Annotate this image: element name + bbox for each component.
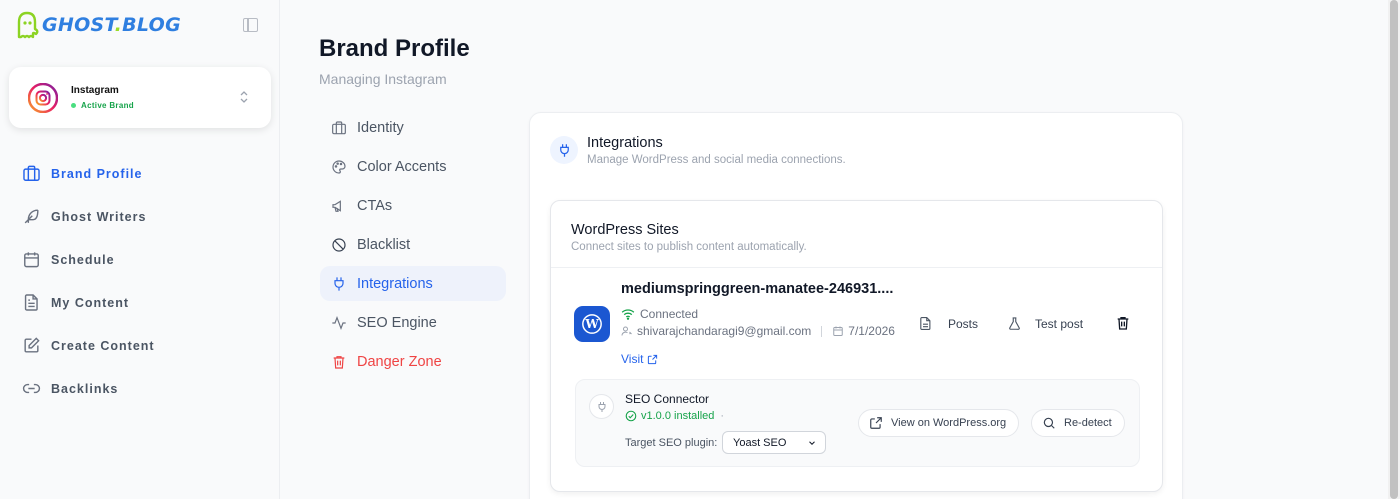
link-icon <box>22 383 41 394</box>
sidebar-item-backlinks[interactable]: Backlinks <box>22 367 155 410</box>
sidebar-collapse-icon[interactable] <box>243 18 258 32</box>
feather-icon <box>24 209 39 224</box>
chevron-updown-icon <box>239 90 249 105</box>
posts-button[interactable]: Posts <box>918 316 978 331</box>
connection-status: Connected <box>621 307 698 321</box>
visit-link[interactable]: Visit <box>621 352 658 366</box>
re-detect-button[interactable]: Re-detect <box>1031 409 1125 437</box>
seo-connector-version: v1.0.0 installed · <box>625 410 724 422</box>
external-link-icon <box>870 417 882 429</box>
sidebar-nav: Brand Profile Ghost Writers Schedule My … <box>22 152 155 410</box>
check-circle-icon <box>625 410 637 422</box>
tab-identity[interactable]: Identity <box>320 110 506 145</box>
profile-subnav: Identity Color Accents CTAs Blacklist In… <box>320 110 506 383</box>
seo-plugin-select[interactable]: Yoast SEO <box>722 431 826 454</box>
divider <box>551 267 1162 268</box>
wordpress-sites-subtitle: Connect sites to publish content automat… <box>571 241 807 253</box>
briefcase-icon <box>332 120 346 134</box>
flask-icon <box>1009 317 1020 330</box>
briefcase-icon <box>23 165 40 181</box>
site-name: mediumspringgreen-manatee-246931.... <box>621 281 894 297</box>
site-meta: shivarajchandaragi9@gmail.com 7/1/2026 <box>621 324 895 338</box>
document-icon <box>920 317 931 330</box>
ban-icon <box>332 237 346 252</box>
test-post-button[interactable]: Test post <box>1007 316 1083 331</box>
megaphone-icon <box>332 199 341 212</box>
ghost-logo-icon <box>17 11 39 39</box>
palette-icon <box>332 159 346 174</box>
user-key-icon <box>621 326 632 336</box>
brand-switcher[interactable]: Instagram Active Brand <box>9 67 271 128</box>
target-seo-label: Target SEO plugin: <box>625 437 718 449</box>
document-icon <box>24 294 38 311</box>
trash-icon <box>1117 317 1129 330</box>
sidebar: GHOST.BLOG Instagram Active Brand Brand … <box>0 0 280 499</box>
sidebar-item-my-content[interactable]: My Content <box>22 281 155 324</box>
seo-connector-box: SEO Connector v1.0.0 installed · Target … <box>575 379 1140 467</box>
sidebar-item-ghost-writers[interactable]: Ghost Writers <box>22 195 155 238</box>
status-dot-icon <box>71 103 76 108</box>
tab-integrations[interactable]: Integrations <box>320 266 506 301</box>
search-icon <box>1043 417 1055 429</box>
wordpress-icon: W <box>574 306 610 342</box>
page-title: Brand Profile <box>319 35 470 62</box>
scrollbar-thumb[interactable] <box>1390 0 1398 499</box>
instagram-icon <box>27 82 59 113</box>
wordpress-sites-card: WordPress Sites Connect sites to publish… <box>550 200 1163 492</box>
external-link-icon <box>648 354 658 364</box>
logo-text: GHOST.BLOG <box>42 14 181 36</box>
delete-site-button[interactable] <box>1115 315 1131 336</box>
edit-icon <box>24 337 40 353</box>
tab-blacklist[interactable]: Blacklist <box>320 227 506 262</box>
scrollbar[interactable] <box>1388 0 1400 499</box>
plug-icon <box>550 136 578 164</box>
sidebar-item-schedule[interactable]: Schedule <box>22 238 155 281</box>
sidebar-item-create-content[interactable]: Create Content <box>22 324 155 367</box>
brand-status: Active Brand <box>71 101 134 110</box>
svg-text:W: W <box>584 317 599 331</box>
trash-icon <box>333 355 345 369</box>
app-logo[interactable]: GHOST.BLOG <box>14 10 181 40</box>
site-email: shivarajchandaragi9@gmail.com <box>637 324 812 338</box>
page-subtitle: Managing Instagram <box>319 71 447 87</box>
chevron-down-icon <box>809 440 815 445</box>
calendar-icon <box>833 326 844 336</box>
plug-icon <box>589 394 614 419</box>
divider <box>821 325 823 337</box>
view-on-wordpress-button[interactable]: View on WordPress.org <box>858 409 1020 437</box>
sidebar-item-brand-profile[interactable]: Brand Profile <box>22 152 155 195</box>
integrations-subtitle: Manage WordPress and social media connec… <box>587 154 846 166</box>
seo-connector-title: SEO Connector <box>625 392 710 406</box>
tab-seo-engine[interactable]: SEO Engine <box>320 305 506 340</box>
integrations-panel: Integrations Manage WordPress and social… <box>529 112 1183 499</box>
tab-color-accents[interactable]: Color Accents <box>320 149 506 184</box>
site-date: 7/1/2026 <box>848 324 895 338</box>
plug-icon <box>334 276 344 291</box>
calendar-icon <box>24 252 39 268</box>
brand-name: Instagram <box>71 85 119 96</box>
tab-danger-zone[interactable]: Danger Zone <box>320 344 506 379</box>
wordpress-sites-title: WordPress Sites <box>571 222 679 238</box>
activity-icon <box>332 315 346 330</box>
integrations-title: Integrations <box>587 135 663 151</box>
wifi-icon <box>621 309 635 320</box>
tab-ctas[interactable]: CTAs <box>320 188 506 223</box>
